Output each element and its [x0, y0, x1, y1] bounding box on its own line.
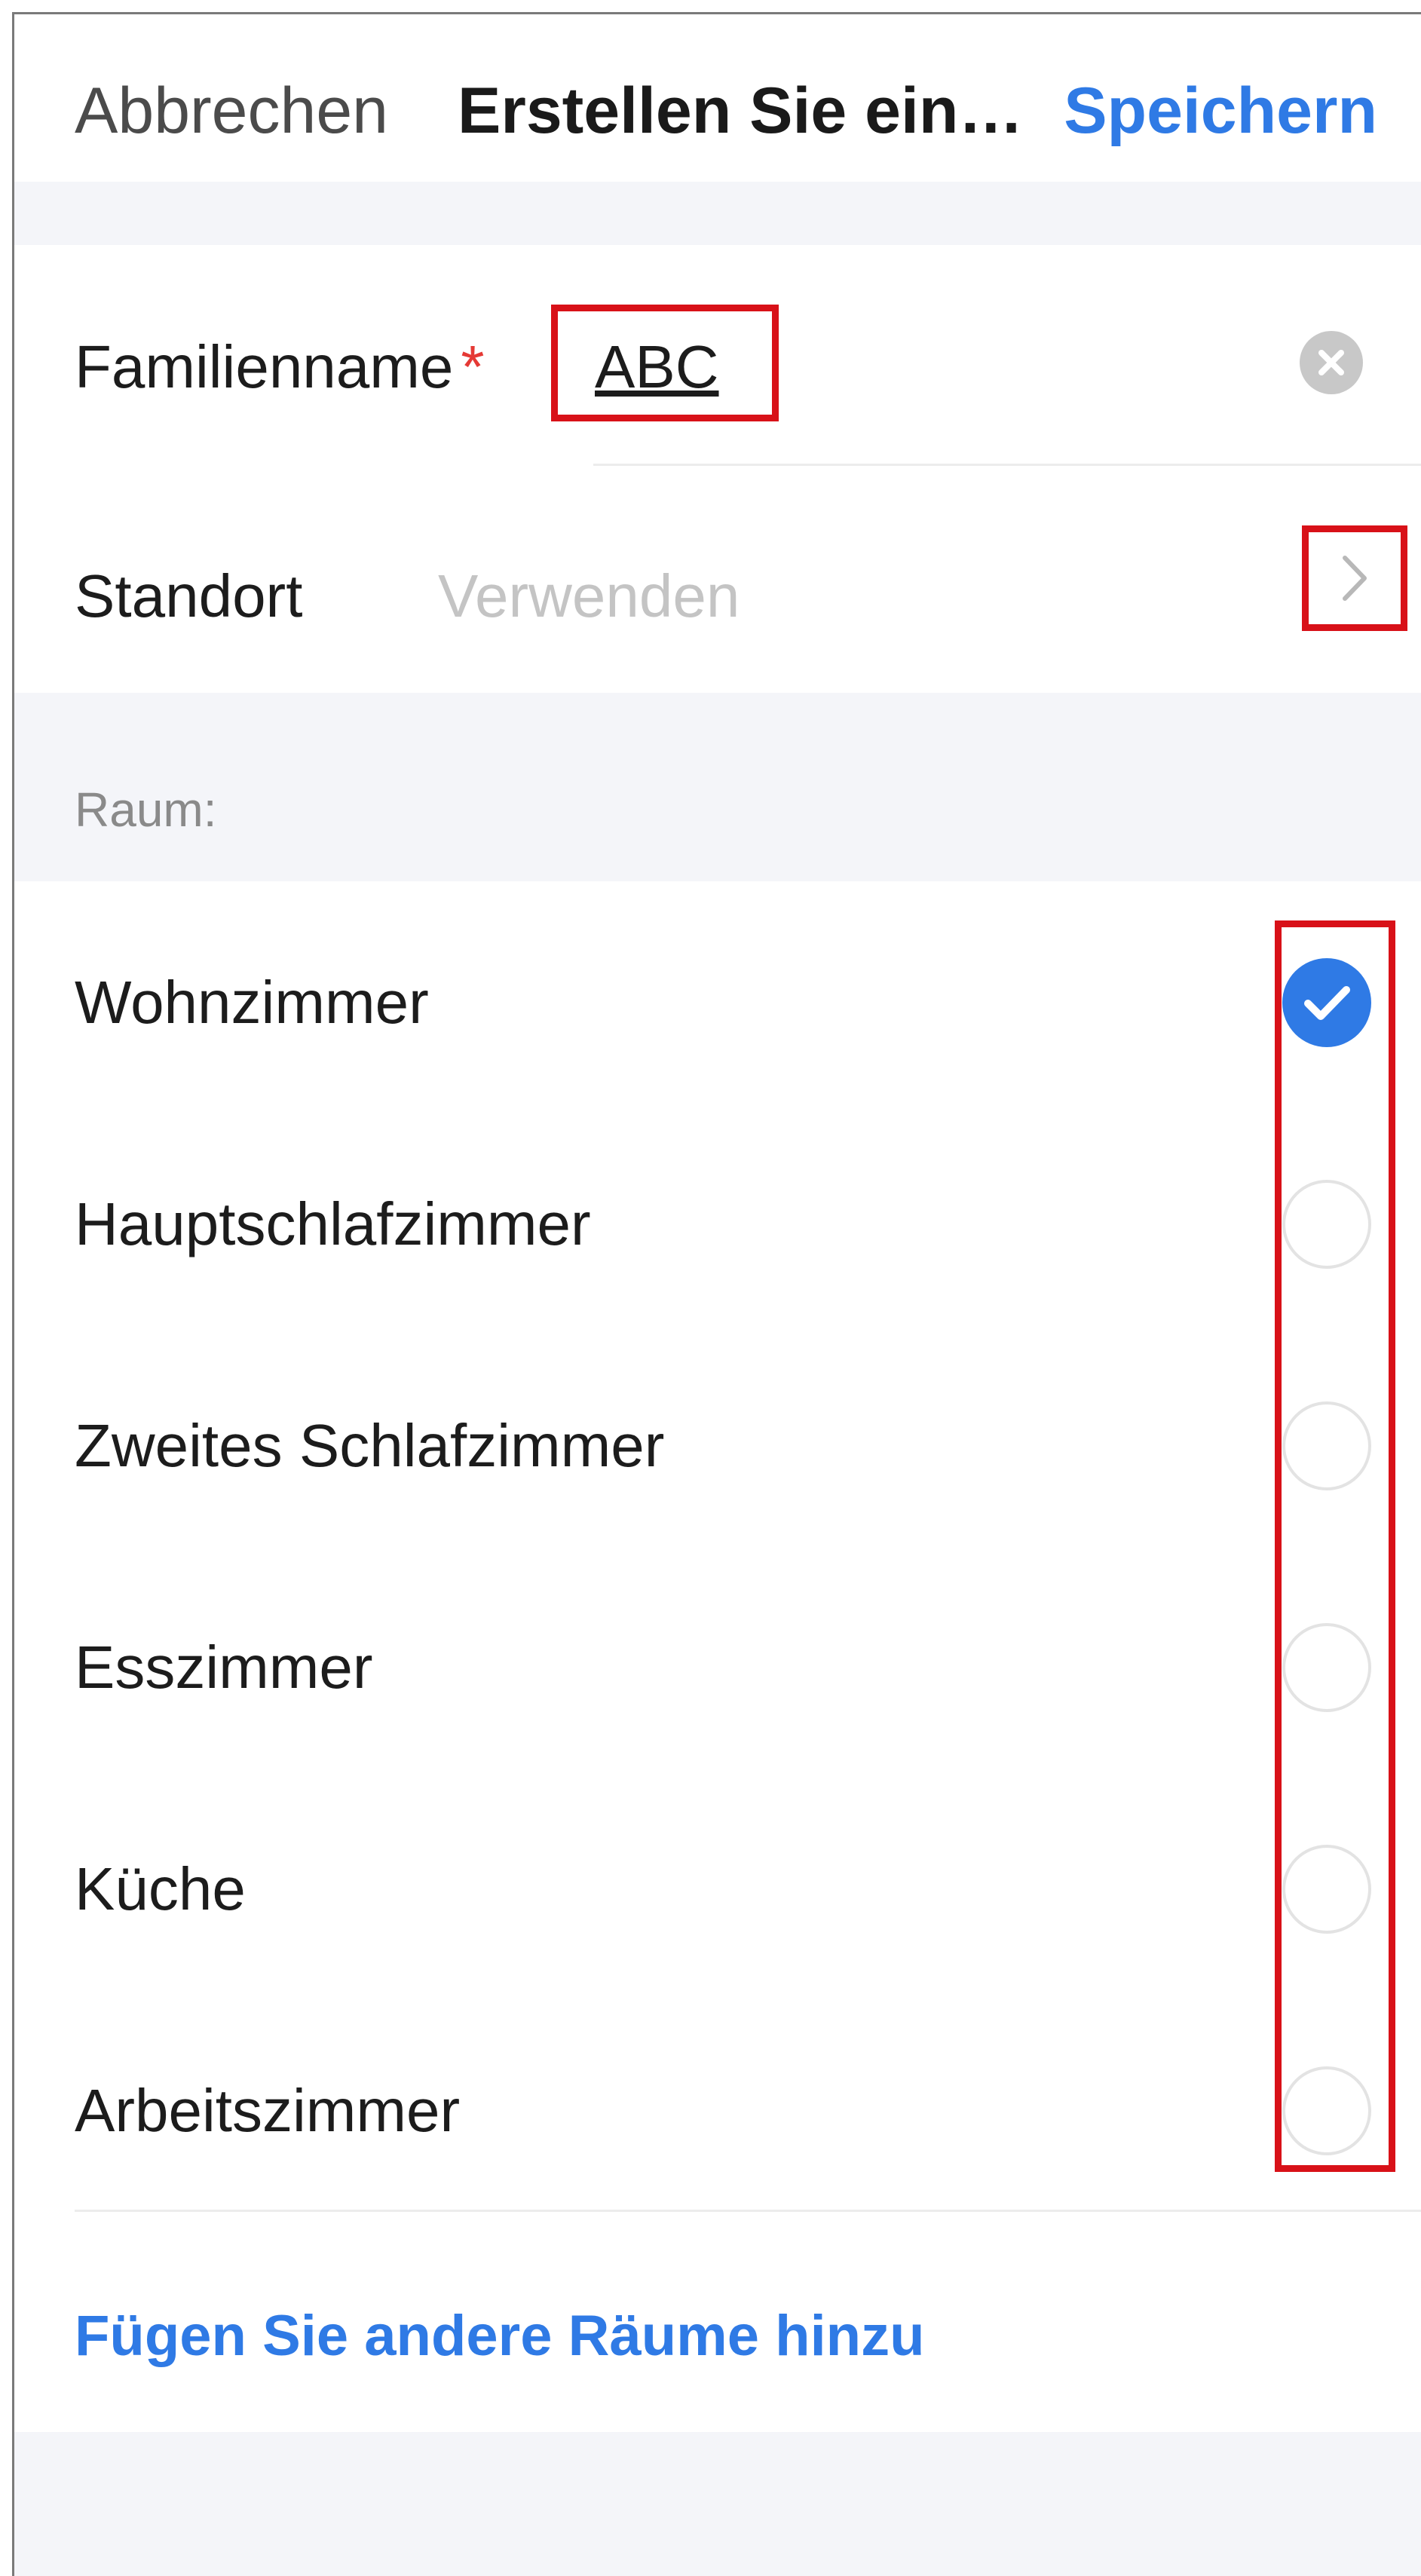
radio-icon[interactable]	[1282, 1845, 1371, 1934]
family-name-input[interactable]: ABC	[595, 329, 719, 405]
page-title: Erstellen Sie ein…	[458, 75, 1024, 147]
room-label: Hauptschlafzimmer	[75, 1190, 591, 1257]
rooms-divider	[75, 2210, 1421, 2212]
room-item-wohnzimmer[interactable]: Wohnzimmer	[14, 892, 1421, 1113]
rooms-section-label: Raum:	[75, 783, 217, 837]
room-item-hauptschlafzimmer[interactable]: Hauptschlafzimmer	[14, 1113, 1421, 1335]
room-label: Küche	[75, 1855, 246, 1922]
room-label: Wohnzimmer	[75, 969, 429, 1036]
family-name-label-text: Familienname	[75, 333, 454, 400]
location-chevron-button[interactable]	[1302, 525, 1407, 631]
radio-icon[interactable]	[1282, 2066, 1371, 2155]
room-item-zweites-schlafzimmer[interactable]: Zweites Schlafzimmer	[14, 1335, 1421, 1557]
nav-bar: Abbrechen Erstellen Sie ein… Speichern	[14, 14, 1421, 182]
required-asterisk: *	[461, 333, 485, 400]
family-name-label: Familienname *	[75, 329, 485, 405]
room-item-esszimmer[interactable]: Esszimmer	[14, 1557, 1421, 1778]
app-screen: Abbrechen Erstellen Sie ein… Speichern F…	[12, 12, 1421, 2576]
room-item-arbeitszimmer[interactable]: Arbeitszimmer	[14, 2000, 1421, 2222]
location-label: Standort	[75, 562, 303, 629]
room-label: Zweites Schlafzimmer	[75, 1412, 665, 1479]
radio-icon[interactable]	[1282, 1401, 1371, 1490]
save-button[interactable]: Speichern	[1064, 73, 1377, 149]
room-item-kueche[interactable]: Küche	[14, 1778, 1421, 2000]
clear-icon[interactable]	[1300, 331, 1363, 394]
bottom-band	[14, 2432, 1421, 2576]
room-label: Arbeitszimmer	[75, 2077, 461, 2144]
add-rooms-link[interactable]: Fügen Sie andere Räume hinzu	[75, 2299, 925, 2374]
chevron-right-icon	[1343, 556, 1367, 601]
location-placeholder: Verwenden	[438, 562, 740, 629]
section-spacer	[14, 182, 1421, 245]
room-label: Esszimmer	[75, 1634, 373, 1701]
checked-radio-icon[interactable]	[1282, 958, 1371, 1047]
radio-icon[interactable]	[1282, 1623, 1371, 1712]
cancel-button[interactable]: Abbrechen	[75, 73, 388, 149]
rooms-section-header	[14, 693, 1421, 881]
row-divider	[593, 464, 1421, 466]
radio-icon[interactable]	[1282, 1180, 1371, 1269]
